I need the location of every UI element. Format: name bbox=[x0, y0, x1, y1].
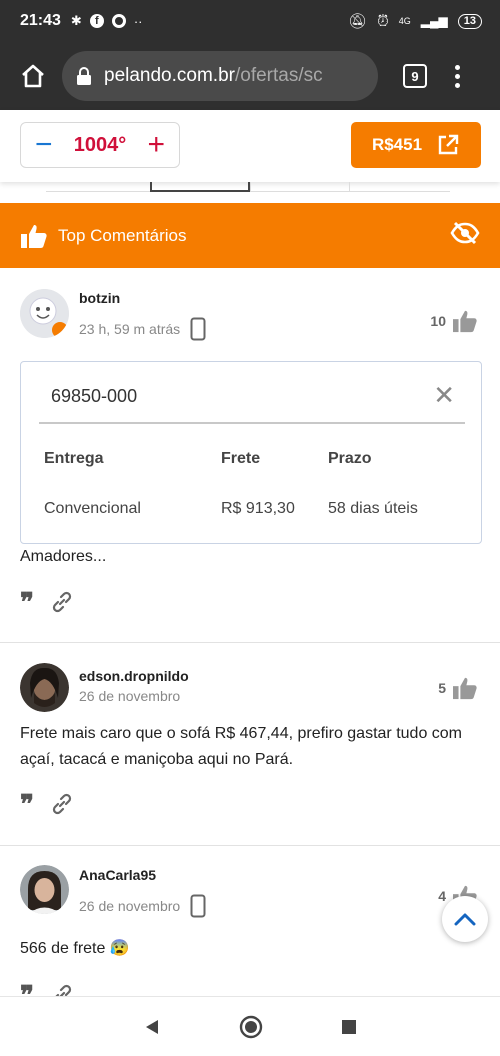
back-icon[interactable] bbox=[143, 1018, 161, 1036]
avatar-image bbox=[20, 663, 69, 712]
temperature-value: 1004° bbox=[73, 133, 127, 156]
shipping-deadline: 58 dias úteis bbox=[328, 500, 418, 517]
bluetooth-icon: ✱ bbox=[70, 13, 82, 28]
shipping-header-delivery: Entrega bbox=[44, 450, 104, 467]
shipping-freight: R$ 913,30 bbox=[221, 500, 295, 517]
price-label: R$451 bbox=[371, 135, 423, 154]
quote-button[interactable]: ❞ bbox=[20, 791, 34, 817]
more-notifications-icon: ·· bbox=[133, 13, 143, 29]
mobile-device-icon bbox=[190, 317, 206, 341]
signal-icon: ▂▄▆ bbox=[420, 14, 448, 28]
link-icon[interactable] bbox=[50, 590, 74, 614]
close-icon[interactable]: ✕ bbox=[433, 382, 455, 408]
comment-time: 23 h, 59 m atrás bbox=[79, 321, 181, 337]
temperature-voter: − 1004° + bbox=[20, 122, 180, 168]
comment-username[interactable]: edson.dropnildo bbox=[79, 668, 189, 684]
like-count: 4 bbox=[438, 888, 446, 904]
top-comments-banner: Top Comentários bbox=[0, 203, 500, 268]
comment-meta: 23 h, 59 m atrás bbox=[79, 317, 206, 341]
like-count: 5 bbox=[438, 680, 446, 696]
battery-icon: 13 bbox=[457, 13, 482, 29]
chevron-up-icon bbox=[454, 913, 476, 926]
link-icon[interactable] bbox=[50, 792, 74, 816]
avatar[interactable] bbox=[20, 289, 69, 338]
link-icon[interactable] bbox=[50, 983, 74, 996]
home-button[interactable] bbox=[16, 59, 50, 93]
alarm-icon: ⏰︎ bbox=[377, 12, 389, 30]
system-navigation-bar bbox=[0, 996, 500, 1056]
mobile-device-icon bbox=[190, 894, 206, 918]
quote-button[interactable]: ❞ bbox=[20, 982, 34, 996]
deal-header: − 1004° + R$451 bbox=[0, 110, 500, 182]
comment-time: 26 de novembro bbox=[79, 688, 181, 704]
thumbs-up-icon bbox=[453, 677, 477, 700]
like-button[interactable]: 10 bbox=[430, 309, 478, 333]
browser-toolbar: pelando.com.br/ofertas/sc 9 bbox=[0, 42, 500, 110]
mute-icon: 🔕︎ bbox=[348, 13, 368, 30]
recents-icon[interactable] bbox=[341, 1019, 357, 1035]
url-host: pelando.com.br bbox=[104, 65, 235, 86]
clock: 21:43 bbox=[20, 12, 61, 29]
comment-text: Frete mais caro que o sofá R$ 467,44, pr… bbox=[20, 725, 463, 768]
thumbs-up-icon bbox=[21, 224, 47, 248]
shipping-quote-card: 69850-000 ✕ Entrega Frete Prazo Convenci… bbox=[20, 361, 482, 544]
chrome-icon bbox=[111, 14, 126, 28]
avatar[interactable] bbox=[20, 865, 69, 914]
home-circle-icon[interactable] bbox=[239, 1015, 263, 1039]
comment-meta: 26 de novembro bbox=[79, 688, 180, 704]
quote-button[interactable]: ❞ bbox=[20, 589, 34, 615]
comment-actions: ❞ bbox=[20, 982, 74, 996]
status-bar: 21:43 ✱ f ·· 🔕︎ ⏰︎ 4G ▂▄▆ 13 bbox=[0, 0, 500, 42]
notification-icons: ✱ f ·· bbox=[71, 13, 143, 29]
like-button[interactable]: 5 bbox=[438, 676, 478, 700]
home-icon bbox=[22, 64, 44, 88]
overflow-menu-button[interactable] bbox=[455, 64, 460, 88]
facebook-icon: f bbox=[89, 14, 104, 28]
url-path: /ofertas/sc bbox=[234, 65, 323, 86]
avatar-image bbox=[20, 865, 69, 914]
comment-text: 566 de frete 😰 bbox=[20, 940, 130, 957]
thumbs-up-icon bbox=[453, 310, 477, 333]
divider bbox=[39, 422, 465, 424]
comment-item: AnaCarla95 26 de novembro 4 566 de frete… bbox=[0, 846, 500, 996]
comment-actions: ❞ bbox=[20, 589, 74, 615]
network-label: 4G bbox=[398, 16, 411, 26]
comment-actions: ❞ bbox=[20, 791, 74, 817]
comment-text: Amadores... bbox=[20, 548, 107, 565]
url-bar[interactable]: pelando.com.br/ofertas/sc bbox=[62, 51, 378, 101]
tab-switcher-button[interactable]: 9 bbox=[403, 64, 427, 88]
top-comments-label: Top Comentários bbox=[58, 225, 187, 245]
vote-down-button[interactable]: − bbox=[35, 130, 53, 160]
scroll-to-top-button[interactable] bbox=[442, 896, 488, 942]
avatar[interactable] bbox=[20, 663, 69, 712]
shipping-header-deadline: Prazo bbox=[328, 450, 372, 467]
avatar-image bbox=[20, 289, 69, 338]
comment-item: edson.dropnildo 26 de novembro 5 Frete m… bbox=[0, 643, 500, 845]
shipping-header-freight: Frete bbox=[221, 450, 261, 467]
hide-comments-button[interactable] bbox=[450, 221, 480, 250]
comment-meta: 26 de novembro bbox=[79, 894, 206, 918]
vote-up-button[interactable]: + bbox=[147, 130, 165, 160]
cep-value: 69850-000 bbox=[51, 386, 138, 406]
lock-icon bbox=[77, 67, 91, 85]
eye-off-icon bbox=[450, 221, 480, 245]
like-count: 10 bbox=[430, 313, 446, 329]
comment-username[interactable]: botzin bbox=[79, 290, 120, 306]
comment-time: 26 de novembro bbox=[79, 898, 181, 914]
go-to-deal-button[interactable]: R$451 bbox=[351, 122, 481, 168]
shipping-delivery: Convencional bbox=[44, 500, 141, 517]
external-link-icon bbox=[438, 134, 459, 155]
image-thumbnails-strip bbox=[46, 182, 454, 192]
comment-username[interactable]: AnaCarla95 bbox=[79, 867, 156, 883]
